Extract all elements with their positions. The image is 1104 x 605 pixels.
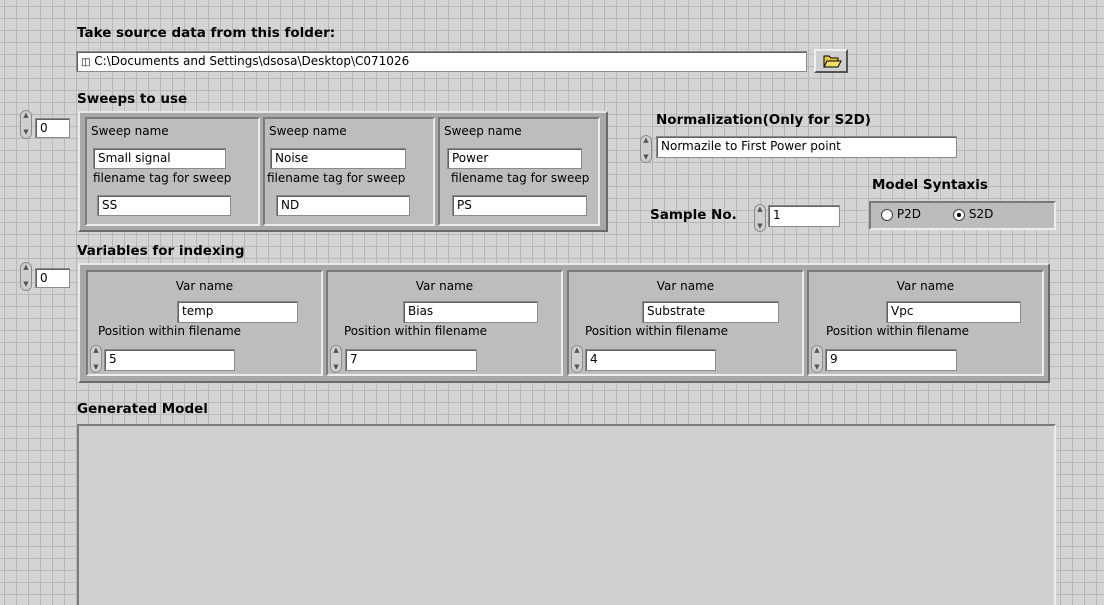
var-name-label: Var name (656, 279, 715, 293)
var-position-incdec[interactable]: ▲ ▼ (330, 345, 342, 373)
var-position-label: Position within filename (826, 324, 970, 338)
variable-cell: Var name Substrate Position within filen… (567, 270, 804, 376)
sweep-tag-input[interactable]: PS (452, 195, 587, 216)
sweep-name-label: Sweep name (269, 124, 347, 138)
sweep-cell: Sweep name Power filename tag for sweep … (438, 117, 600, 226)
sweep-tag-label: filename tag for sweep (267, 171, 406, 185)
var-position-incdec[interactable]: ▲ ▼ (571, 345, 583, 373)
var-position-label: Position within filename (344, 324, 488, 338)
sweep-name-input[interactable]: Noise (270, 148, 406, 169)
sweep-tag-label: filename tag for sweep (93, 171, 232, 185)
var-position-input[interactable]: 9 (825, 349, 957, 371)
model-syntax-group: P2D S2D (869, 201, 1056, 230)
sweep-name-label: Sweep name (91, 124, 169, 138)
radio-button-icon (881, 208, 893, 221)
sweep-tag-input[interactable]: ND (276, 195, 410, 216)
sample-input[interactable]: 1 (768, 205, 840, 227)
variable-cell: Var name temp Position within filename ▲… (86, 270, 323, 376)
sweep-name-input[interactable]: Power (447, 148, 582, 169)
radio-option-p2d[interactable]: P2D (881, 207, 921, 221)
radio-button-selected-icon (953, 208, 965, 221)
sweep-cell: Sweep name Small signal filename tag for… (85, 117, 260, 226)
normalization-heading: Normalization(Only for S2D) (656, 112, 871, 128)
var-name-input[interactable]: Substrate (642, 301, 779, 323)
source-heading: Take source data from this folder: (77, 25, 336, 41)
variable-cell: Var name Vpc Position within filename ▲ ▼… (807, 270, 1044, 376)
var-position-input[interactable]: 7 (345, 349, 477, 371)
var-name-input[interactable]: Bias (403, 301, 538, 323)
path-symbol-icon: ◫ (81, 57, 91, 68)
var-name-label: Var name (415, 279, 474, 293)
variable-cell: Var name Bias Position within filename ▲… (326, 270, 563, 376)
source-path-input[interactable]: ◫ C:\Documents and Settings\dsosa\Deskto… (76, 51, 807, 72)
source-path-text: C:\Documents and Settings\dsosa\Desktop\… (94, 54, 410, 68)
var-name-label: Var name (896, 279, 955, 293)
var-name-label: Var name (175, 279, 234, 293)
variables-index-input[interactable]: 0 (35, 268, 70, 288)
sweeps-heading: Sweeps to use (77, 91, 188, 107)
sweep-tag-input[interactable]: SS (97, 195, 231, 216)
var-name-input[interactable]: temp (177, 301, 298, 323)
radio-label: P2D (896, 207, 921, 221)
var-position-incdec[interactable]: ▲ ▼ (811, 345, 823, 373)
radio-option-s2d[interactable]: S2D (953, 207, 993, 221)
var-position-input[interactable]: 5 (104, 349, 235, 371)
variables-heading: Variables for indexing (77, 243, 245, 259)
sample-label: Sample No. (650, 207, 737, 223)
sweep-tag-label: filename tag for sweep (451, 171, 590, 185)
sweep-cell: Sweep name Noise filename tag for sweep … (263, 117, 435, 226)
generated-model-textarea[interactable] (77, 424, 1056, 605)
sweeps-index-input[interactable]: 0 (35, 118, 70, 138)
var-position-input[interactable]: 4 (585, 349, 716, 371)
sweep-name-input[interactable]: Small signal (93, 148, 226, 169)
sweeps-index-incdec[interactable]: ▲ ▼ (20, 110, 32, 139)
sample-incdec[interactable]: ▲ ▼ (754, 204, 766, 232)
var-position-label: Position within filename (98, 324, 242, 338)
var-position-incdec[interactable]: ▲ ▼ (90, 345, 102, 373)
folder-open-icon (823, 55, 842, 68)
radio-label: S2D (968, 207, 994, 221)
browse-button[interactable] (814, 49, 848, 73)
model-syntax-heading: Model Syntaxis (872, 177, 988, 193)
normalization-select[interactable]: Normazile to First Power point (656, 136, 957, 158)
var-position-label: Position within filename (585, 324, 729, 338)
normalization-incdec[interactable]: ▲ ▼ (640, 135, 652, 163)
generated-model-heading: Generated Model (77, 401, 208, 417)
var-name-input[interactable]: Vpc (886, 301, 1021, 323)
sweep-name-label: Sweep name (444, 124, 522, 138)
variables-index-incdec[interactable]: ▲ ▼ (20, 262, 32, 291)
